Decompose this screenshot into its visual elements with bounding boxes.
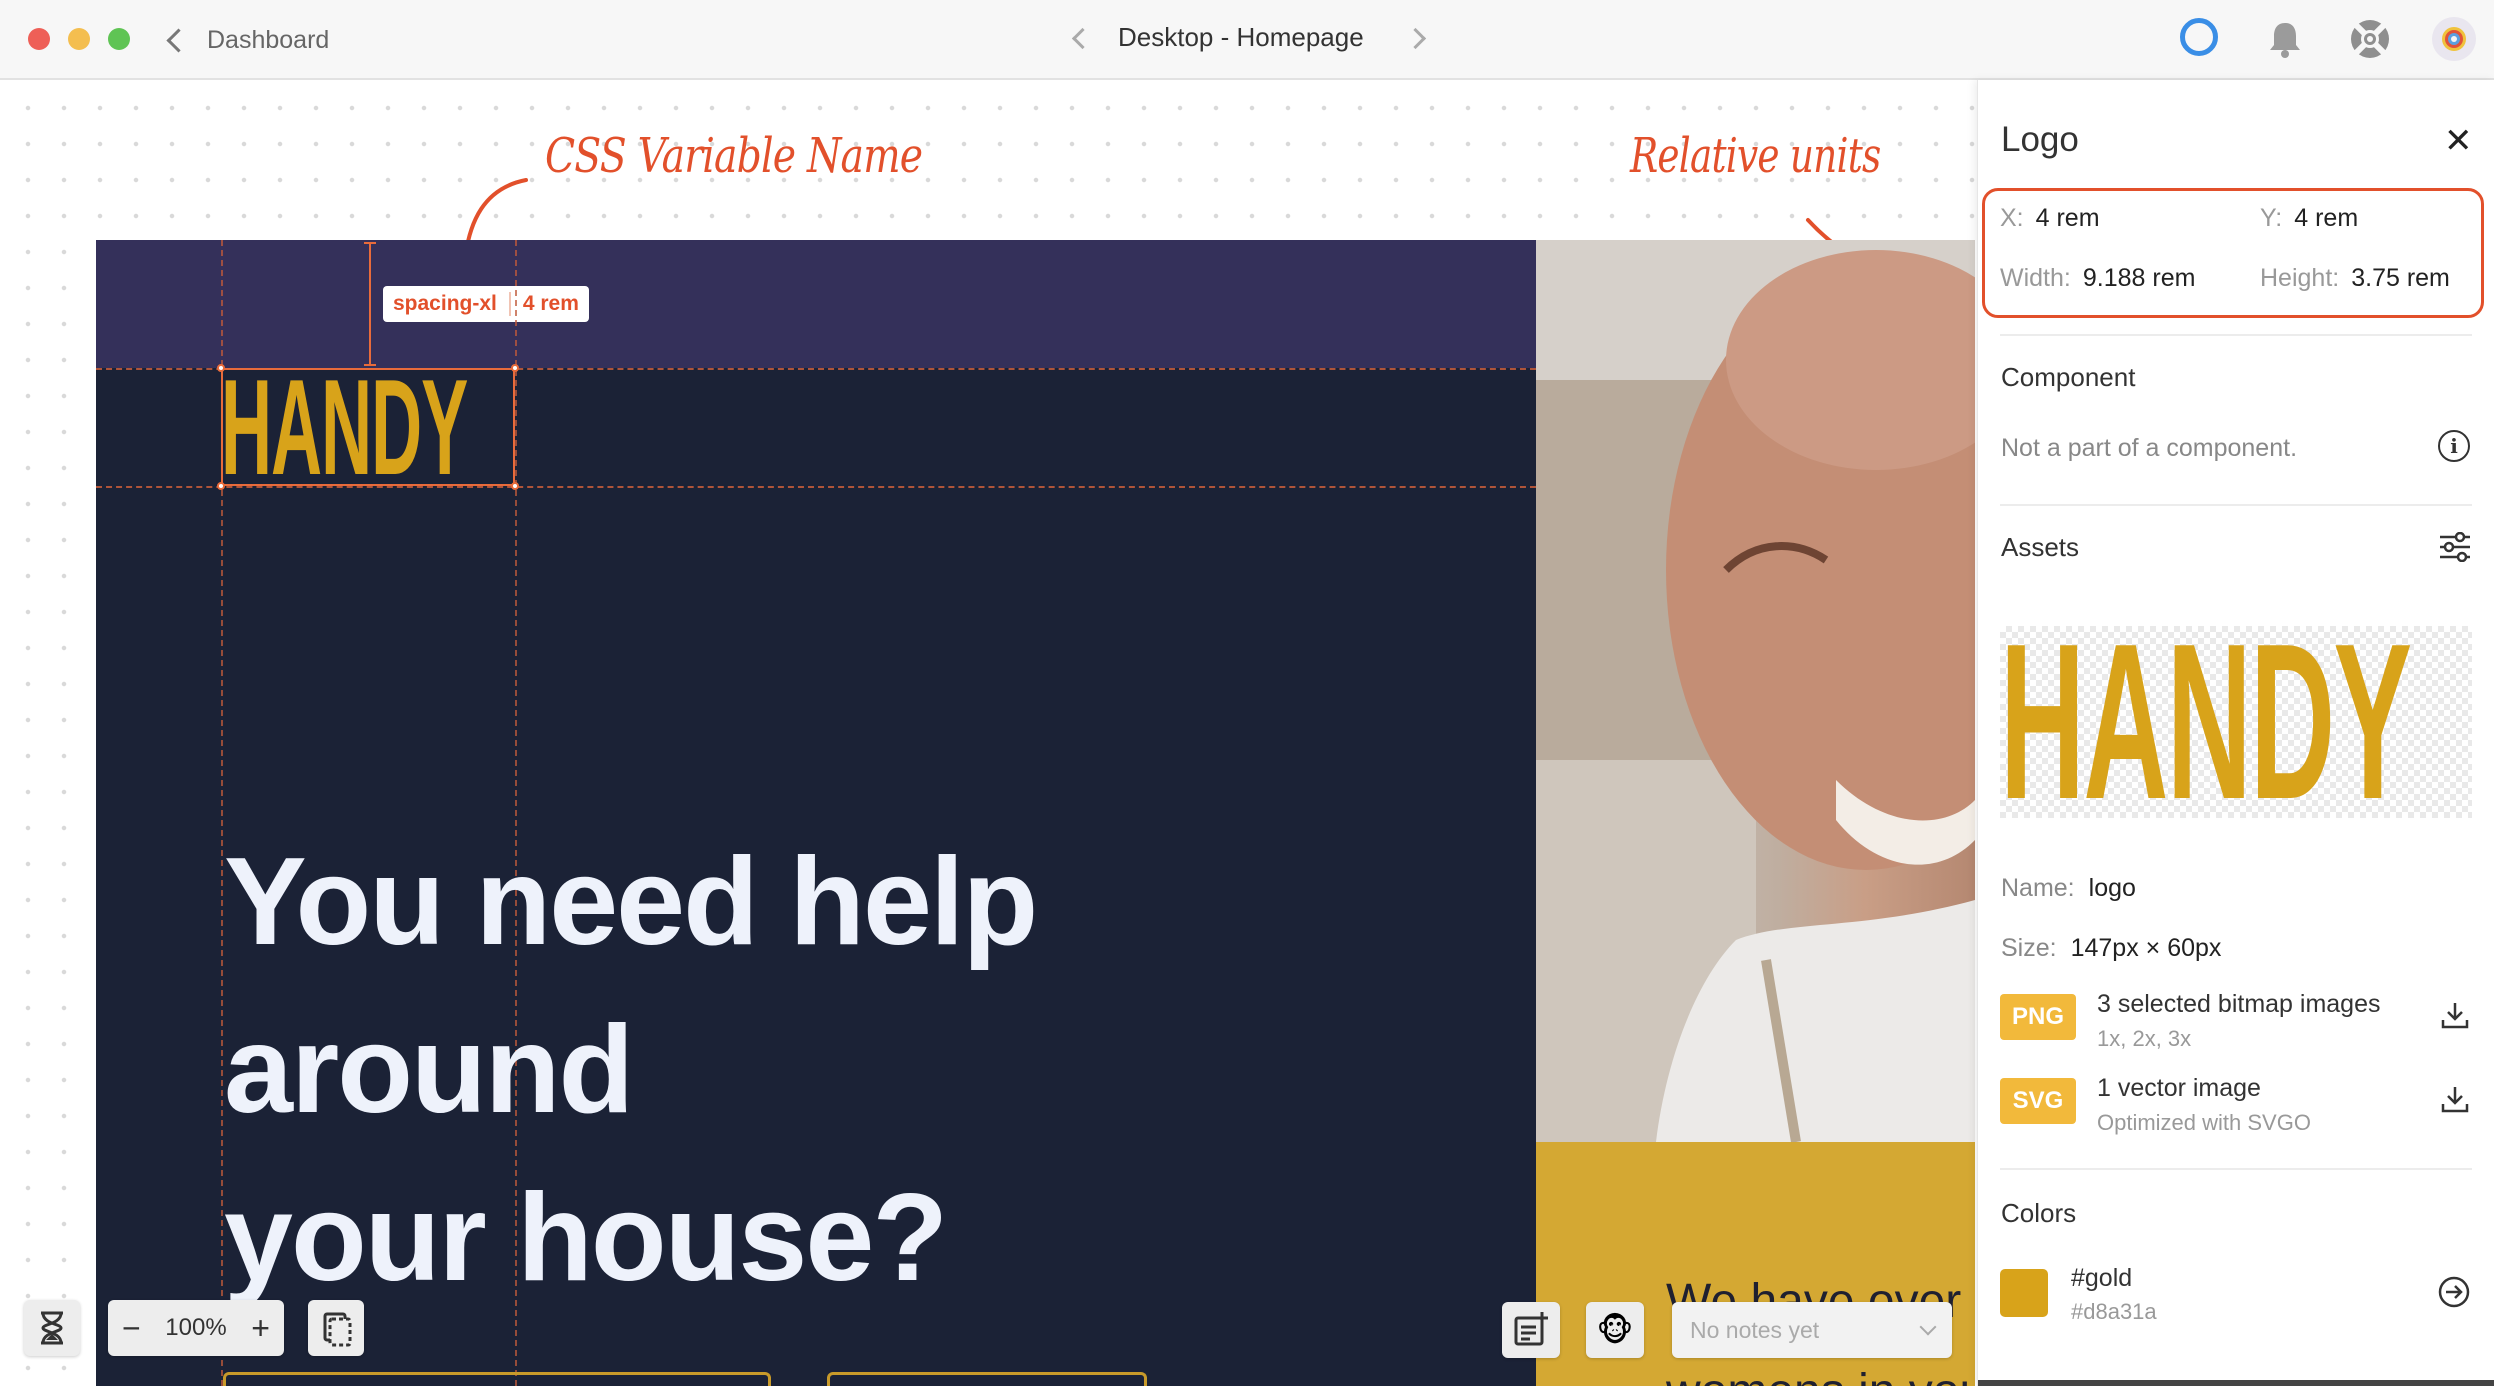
hero-photo — [1536, 240, 1975, 1142]
y-position: Y: 4 rem — [2260, 204, 2358, 233]
width-label: Width: — [2000, 264, 2071, 292]
logo-selection — [221, 368, 515, 486]
color-hex: #d8a31a — [2071, 1299, 2157, 1324]
png-badge: PNG — [2000, 994, 2076, 1040]
zoom-control: − 100% + — [108, 1300, 284, 1356]
resize-handle[interactable] — [511, 364, 519, 372]
spacing-badge: spacing-xl 4 rem — [383, 286, 589, 322]
cta-button-secondary[interactable] — [827, 1372, 1147, 1386]
y-value: 4 rem — [2294, 204, 2359, 232]
panel-bottom-edge — [1978, 1380, 2494, 1386]
title-bar: Dashboard Desktop - Homepage — [0, 0, 2494, 80]
height-number: 3.75 rem — [2351, 264, 2450, 292]
nav-band — [96, 240, 1536, 368]
size-label: Size: — [2001, 934, 2057, 962]
cta-button-primary[interactable] — [223, 1372, 771, 1386]
info-icon[interactable]: i — [2438, 430, 2470, 462]
spacing-token: spacing-xl — [393, 292, 497, 315]
hero-line: around — [224, 1001, 634, 1139]
hero-heading: You need help around your house? — [224, 818, 1324, 1322]
add-note-icon — [1514, 1312, 1548, 1346]
inspector-title: Logo — [2001, 120, 2079, 159]
y-label: Y: — [2260, 204, 2283, 232]
x-label: X: — [2000, 204, 2024, 232]
color-name: #gold — [2071, 1264, 2133, 1292]
sliders-icon[interactable] — [2438, 532, 2472, 562]
maximize-window-button[interactable] — [108, 28, 130, 50]
annotation-css-variable: CSS Variable Name — [545, 128, 923, 184]
download-icon[interactable] — [2440, 1000, 2470, 1030]
resize-handle[interactable] — [511, 482, 519, 490]
size-value: 147px × 60px — [2070, 934, 2222, 962]
spacing-measure-line — [364, 242, 376, 366]
asset-preview: HANDY — [2000, 626, 2472, 818]
chevron-left-icon — [166, 27, 191, 53]
component-section-title: Component — [2001, 362, 2136, 392]
svg-export-subtitle: Optimized with SVGO — [2097, 1110, 2311, 1135]
hero-line: You need help — [224, 833, 1038, 971]
svg-export-title: 1 vector image — [2097, 1074, 2261, 1102]
close-window-button[interactable] — [28, 28, 50, 50]
inspector-panel: Logo ✕ X: 4 rem Y: 4 rem Width: 9.188 rem H… — [1977, 80, 2494, 1386]
png-export-title: 3 selected bitmap images — [2097, 990, 2381, 1018]
document-title: Desktop - Homepage — [1118, 22, 1364, 52]
component-status: Not a part of a component. — [2001, 434, 2298, 462]
divider — [2000, 1168, 2472, 1170]
hero-line: your house? — [224, 1169, 948, 1307]
chevron-down-icon — [1919, 1318, 1937, 1336]
spacing-value: 4 rem — [522, 292, 579, 315]
back-to-dashboard-link[interactable]: Dashboard — [166, 22, 330, 58]
height-label: Height: — [2260, 264, 2340, 292]
copy-icon — [323, 1312, 352, 1347]
ring-icon[interactable] — [2180, 18, 2218, 56]
assets-section-title: Assets — [2001, 532, 2080, 562]
copy-button[interactable] — [308, 1300, 364, 1356]
width-number: 9.188 rem — [2082, 264, 2196, 292]
name-label: Name: — [2001, 874, 2075, 902]
height-value: Height: 3.75 rem — [2260, 264, 2450, 293]
colors-section-title: Colors — [2001, 1198, 2077, 1228]
png-export-subtitle: 1x, 2x, 3x — [2097, 1026, 2192, 1051]
hourglass-icon — [41, 1311, 63, 1345]
monkey-icon[interactable]: 🐵 — [1586, 1302, 1644, 1358]
x-value: 4 rem — [2035, 204, 2100, 232]
svg-badge: SVG — [2000, 1078, 2076, 1124]
annotation-relative-units: Relative units — [1630, 128, 1881, 184]
back-label: Dashboard — [207, 25, 330, 54]
resize-handle[interactable] — [217, 482, 225, 490]
asset-preview-logo: HANDY — [2000, 626, 2412, 818]
add-note-button[interactable] — [1502, 1302, 1560, 1358]
minimize-window-button[interactable] — [68, 28, 90, 50]
notes-placeholder: No notes yet — [1690, 1316, 1820, 1343]
previous-artboard-icon[interactable] — [1071, 27, 1094, 50]
color-swatch[interactable] — [2000, 1269, 2048, 1317]
next-artboard-icon[interactable] — [1404, 27, 1427, 50]
design-canvas[interactable]: CSS Variable Name Relative units spacing… — [0, 80, 1975, 1386]
width-value: Width: 9.188 rem — [2000, 264, 2195, 293]
divider — [2000, 334, 2472, 336]
go-to-color-icon[interactable] — [2437, 1275, 2471, 1309]
bell-icon[interactable] — [2264, 18, 2306, 60]
hero-image-column[interactable]: We have over 2 womens in you — [1536, 240, 1975, 1386]
history-button[interactable] — [24, 1300, 80, 1356]
name-value: logo — [2088, 874, 2136, 902]
zoom-level[interactable]: 100% — [165, 1314, 226, 1342]
notes-select[interactable]: No notes yet — [1672, 1302, 1952, 1358]
divider — [2000, 504, 2472, 506]
asset-size: Size: 147px × 60px — [2001, 934, 2221, 963]
resize-handle[interactable] — [217, 364, 225, 372]
lifebuoy-icon[interactable] — [2348, 17, 2392, 61]
zoom-in-button[interactable]: + — [251, 1312, 270, 1344]
x-position: X: 4 rem — [2000, 204, 2100, 233]
zoom-out-button[interactable]: − — [122, 1312, 141, 1344]
avatar[interactable] — [2432, 17, 2476, 61]
artboard-homepage[interactable]: spacing-xl 4 rem HANDY You need help aro… — [96, 240, 1536, 1386]
close-icon[interactable]: ✕ — [2444, 124, 2473, 158]
download-icon[interactable] — [2440, 1084, 2470, 1114]
asset-name: Name: logo — [2001, 874, 2136, 903]
